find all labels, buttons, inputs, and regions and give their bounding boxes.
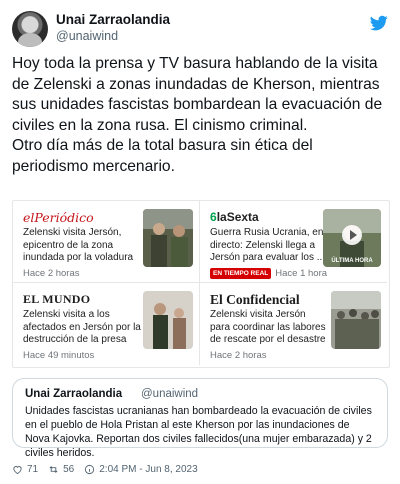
- news-thumbnail: [143, 291, 193, 349]
- author-name[interactable]: Unai Zarraolandia: [56, 12, 170, 27]
- news-headline: Zelenski visita Jersón para coordinar la…: [210, 309, 326, 347]
- thumbnail-label: ÚLTIMA HORA: [323, 258, 381, 266]
- author-avatar[interactable]: [12, 11, 48, 47]
- news-age: EN TIEMPO REAL Hace 1 hora: [210, 268, 327, 279]
- tweet-text-line-1: Hoy toda la prensa y TV basura hablando …: [12, 55, 383, 134]
- news-age: Hace 2 horas: [23, 268, 80, 279]
- quoted-tweet-text: Unidades fascistas ucranianas han bombar…: [25, 405, 372, 459]
- quoted-tweet[interactable]: Unai Zarraolandia @unaiwind Unidades fas…: [12, 378, 388, 459]
- quoted-author-name: Unai Zarraolandia: [25, 388, 123, 400]
- news-source-label: EL MUNDO: [23, 292, 91, 306]
- news-cards-grid: elPeriódico Zelenski visita Jersón, epic…: [12, 200, 390, 368]
- play-icon[interactable]: [342, 225, 362, 245]
- news-headline: Zelenski visita a los afectados en Jersó…: [23, 309, 141, 345]
- news-source-label: elPeriódico: [23, 210, 94, 225]
- news-card-elconfidencial[interactable]: El Confidencial Zelenski visita Jersón p…: [200, 283, 387, 365]
- tweet-embed: Unai Zarraolandia @unaiwind Hoy toda la …: [0, 0, 400, 484]
- live-badge: EN TIEMPO REAL: [210, 268, 272, 279]
- twitter-bird-icon[interactable]: [370, 14, 388, 32]
- news-source-label: 6laSexta: [210, 210, 259, 224]
- news-card-lasexta[interactable]: 6laSexta Guerra Rusia Ucrania, en direct…: [200, 201, 387, 283]
- retweet-count[interactable]: 56: [63, 464, 74, 475]
- news-thumbnail: [143, 209, 193, 267]
- author-handle[interactable]: @unaiwind: [56, 29, 118, 43]
- news-card-elperiodico[interactable]: elPeriódico Zelenski visita Jersón, epic…: [13, 201, 200, 283]
- lasexta-logo-icon: 6: [210, 210, 217, 224]
- quoted-author-handle: @unaiwind: [141, 388, 199, 400]
- news-age: Hace 2 horas: [210, 350, 267, 361]
- tweet-text-line-2: Otro día más de la total basura sin étic…: [12, 137, 313, 175]
- news-headline: Guerra Rusia Ucrania, en directo: Zelens…: [210, 227, 326, 263]
- news-card-elmundo[interactable]: EL MUNDO Zelenski visita a los afectados…: [13, 283, 200, 365]
- tweet-footer: 71 56 2:04 PM - Jun 8, 2023: [12, 464, 198, 475]
- retweet-icon[interactable]: [48, 464, 59, 475]
- like-count[interactable]: 71: [27, 464, 38, 475]
- heart-icon[interactable]: [12, 464, 23, 475]
- news-thumbnail: ÚLTIMA HORA: [323, 209, 381, 267]
- news-thumbnail: [331, 291, 381, 349]
- info-icon[interactable]: [84, 464, 95, 475]
- news-age: Hace 49 minutos: [23, 350, 95, 361]
- tweet-text: Hoy toda la prensa y TV basura hablando …: [12, 54, 390, 177]
- news-source-label: El Confidencial: [210, 292, 300, 307]
- tweet-timestamp[interactable]: 2:04 PM - Jun 8, 2023: [99, 464, 197, 475]
- news-headline: Zelenski visita Jersón, epicentro de la …: [23, 227, 134, 265]
